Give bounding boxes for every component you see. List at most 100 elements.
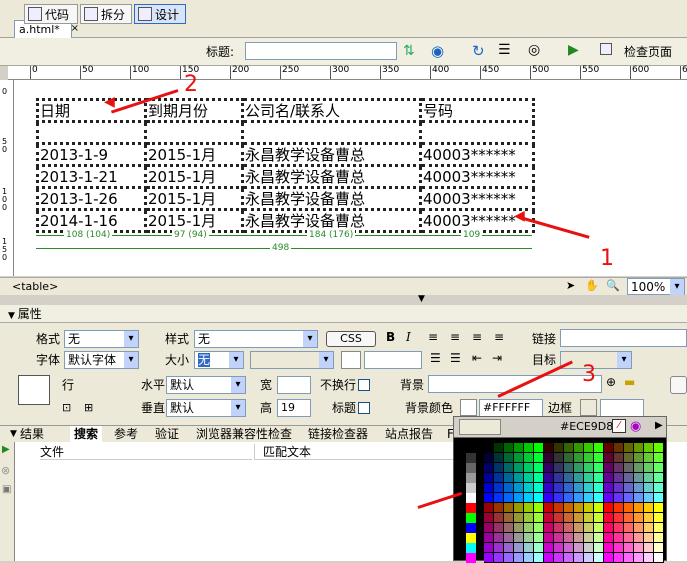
color-swatch[interactable] [634, 493, 644, 503]
color-swatch[interactable] [554, 513, 564, 523]
color-swatch[interactable] [584, 543, 594, 553]
color-swatch[interactable] [544, 463, 554, 473]
run-icon[interactable]: ▶ [2, 444, 10, 455]
color-swatch[interactable] [574, 443, 584, 453]
color-swatch[interactable] [574, 533, 584, 543]
color-swatch[interactable] [634, 483, 644, 493]
color-swatch[interactable] [494, 473, 504, 483]
color-swatch[interactable] [644, 503, 654, 513]
check-page-label[interactable]: 检查页面 [624, 43, 672, 61]
color-swatch[interactable] [514, 553, 524, 563]
color-swatch[interactable] [614, 473, 624, 483]
color-swatch[interactable] [484, 543, 494, 553]
color-swatch[interactable] [644, 513, 654, 523]
pointer-tool-icon[interactable]: ➤ [566, 279, 575, 292]
color-swatch[interactable] [504, 533, 514, 543]
align-left-icon[interactable]: ≡ [428, 330, 438, 344]
color-swatch[interactable] [544, 473, 554, 483]
color-swatch[interactable] [594, 473, 604, 483]
color-swatch[interactable] [594, 503, 604, 513]
color-swatch[interactable] [634, 543, 644, 553]
visual-aids-icon[interactable]: ◎ [528, 42, 540, 58]
color-swatch[interactable] [564, 533, 574, 543]
table-cell[interactable]: 2015-1月 [144, 186, 244, 211]
font-select[interactable]: 默认字体 [64, 351, 139, 369]
properties-header[interactable]: ▼ 属性 [0, 305, 687, 323]
data-table[interactable]: 日期 到期月份 公司名/联系人 号码 2013-1-9 2015-1月 永昌教学设备曹总 40… [36, 98, 535, 233]
table-cell[interactable]: 到期月份 [144, 98, 244, 123]
merge-cells-icon[interactable]: ⊡ [62, 401, 71, 414]
color-swatch[interactable] [624, 453, 634, 463]
color-swatch[interactable] [584, 523, 594, 533]
color-swatch[interactable] [524, 553, 534, 563]
color-swatch[interactable] [494, 463, 504, 473]
color-swatch[interactable] [644, 463, 654, 473]
table-cell[interactable]: 永昌教学设备曹总 [241, 186, 422, 211]
color-swatch[interactable] [624, 533, 634, 543]
save-report-icon[interactable]: ▣ [2, 484, 11, 495]
color-swatch[interactable] [466, 503, 476, 513]
color-swatch[interactable] [604, 493, 614, 503]
size-select[interactable]: 无 [194, 351, 244, 369]
color-swatch[interactable] [484, 553, 494, 563]
format-select[interactable]: 无 [64, 330, 139, 348]
color-swatch[interactable] [484, 463, 494, 473]
color-swatch[interactable] [624, 443, 634, 453]
color-swatch[interactable] [604, 463, 614, 473]
color-swatch[interactable] [634, 533, 644, 543]
color-swatch[interactable] [554, 443, 564, 453]
color-swatch[interactable] [614, 483, 624, 493]
color-swatch[interactable] [634, 553, 644, 563]
color-swatch[interactable] [604, 533, 614, 543]
bgcolor-input[interactable]: #FFFFFF [479, 399, 543, 417]
color-swatch[interactable] [484, 483, 494, 493]
color-swatch[interactable] [504, 483, 514, 493]
color-swatch[interactable] [594, 543, 604, 553]
outdent-icon[interactable]: ⇤ [472, 351, 482, 365]
width-input[interactable] [277, 376, 311, 394]
color-swatch[interactable] [554, 463, 564, 473]
color-swatch[interactable] [594, 463, 604, 473]
color-swatch[interactable] [554, 503, 564, 513]
color-swatch[interactable] [514, 483, 524, 493]
color-swatch[interactable] [466, 493, 476, 503]
color-swatch[interactable] [544, 453, 554, 463]
color-swatch[interactable] [534, 453, 544, 463]
bgcolor-swatch[interactable] [460, 399, 477, 416]
color-swatch[interactable] [624, 493, 634, 503]
color-swatch[interactable] [574, 463, 584, 473]
color-swatch[interactable] [524, 483, 534, 493]
color-swatch[interactable] [534, 443, 544, 453]
color-swatch[interactable] [614, 513, 624, 523]
color-swatch[interactable] [644, 533, 654, 543]
color-swatch[interactable] [544, 503, 554, 513]
color-swatch[interactable] [614, 523, 624, 533]
color-swatch[interactable] [564, 523, 574, 533]
align-center-icon[interactable]: ≡ [450, 330, 460, 344]
link-input[interactable] [560, 329, 687, 347]
color-swatch[interactable] [624, 513, 634, 523]
color-swatch[interactable] [544, 493, 554, 503]
color-swatch[interactable] [564, 493, 574, 503]
size-unit-select[interactable] [250, 351, 334, 369]
ordered-list-icon[interactable]: ☰ [450, 351, 461, 365]
table-cell[interactable] [419, 120, 535, 145]
table-row[interactable]: 2013-1-26 2015-1月 永昌教学设备曹总 40003****** [36, 186, 535, 211]
no-color-icon[interactable]: ⁄ [612, 419, 626, 433]
color-swatch[interactable] [504, 463, 514, 473]
color-swatch[interactable] [564, 483, 574, 493]
color-swatch[interactable] [544, 523, 554, 533]
page-properties-button[interactable] [670, 376, 687, 394]
table-row[interactable]: 2013-1-9 2015-1月 永昌教学设备曹总 40003****** [36, 142, 535, 167]
color-swatch[interactable] [514, 443, 524, 453]
color-swatch[interactable] [634, 453, 644, 463]
color-swatch[interactable] [514, 503, 524, 513]
color-swatch[interactable] [504, 513, 514, 523]
color-swatch[interactable] [524, 463, 534, 473]
color-swatch[interactable] [574, 503, 584, 513]
table-cell[interactable]: 40003****** [419, 186, 535, 211]
color-swatch[interactable] [494, 453, 504, 463]
table-cell[interactable]: 40003****** [419, 164, 535, 189]
color-swatch[interactable] [654, 543, 664, 553]
color-swatch[interactable] [574, 523, 584, 533]
